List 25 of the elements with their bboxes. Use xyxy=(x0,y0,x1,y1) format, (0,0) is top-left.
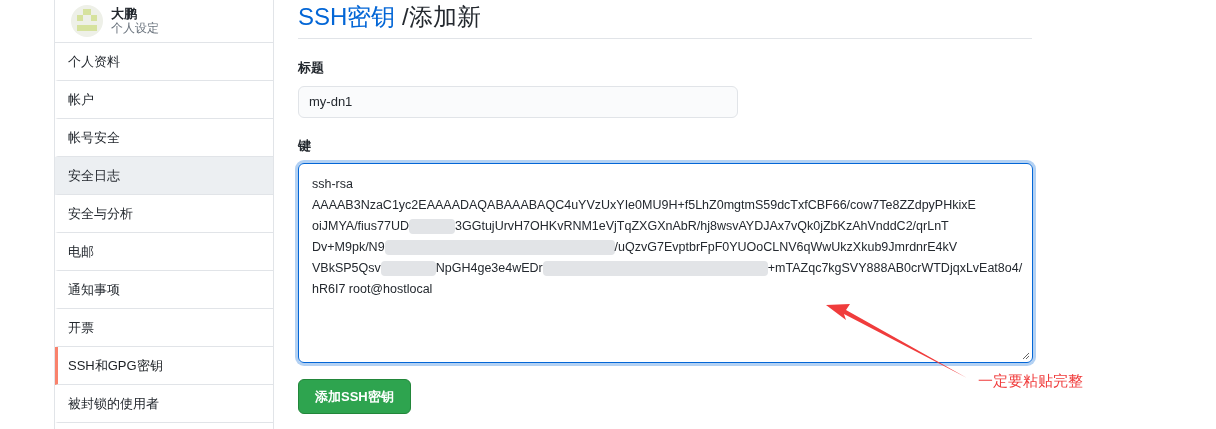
user-subtitle: 个人设定 xyxy=(111,21,159,35)
redacted-area xyxy=(409,219,456,234)
page-title-link[interactable]: SSH密钥 xyxy=(298,5,396,29)
field-label: 标题 xyxy=(298,59,325,77)
resize-handle-icon xyxy=(1022,352,1030,360)
sidebar-item[interactable]: 安全日志 xyxy=(55,157,273,195)
field-label: 键 xyxy=(298,136,312,155)
key-text: Dv+M9pk/N9 xyxy=(312,239,385,256)
key-text: NpGH4ge3e4wEDr xyxy=(435,260,543,277)
page-title: /添加新 xyxy=(401,5,481,29)
key-text: AAAAB3NzaC1yc2EAAAADAQABAAABAQC4uYVzUxYIe0MU9H+f5LhZ0mgtmS59dcTxfCBF66/cow7Te8ZZdpyPHkixE xyxy=(312,197,976,214)
key-text: oiJMYA/fius77UD xyxy=(312,218,410,235)
sidebar-item[interactable]: SSH和GPG密钥 xyxy=(55,347,273,385)
key-text: +mTAZqc7kgSVY888AB0crWTDjqxLvEat8o4/ xyxy=(767,260,1023,277)
avatar-icon xyxy=(71,5,103,37)
key-field[interactable] xyxy=(298,163,1033,363)
key-text: hR6I7 root@hostlocal xyxy=(312,281,433,298)
key-text: /uQzvG7EvptbrFpF0YUOoCLNV6qWwUkzXkub9JmrdnrE4kV xyxy=(614,239,958,256)
user-name: 大鹏 xyxy=(111,7,138,21)
key-text: 3GGtujUrvH7OHKvRNM1eVjTqZXGXnAbR/hj8wsvAYDJAx7vQk0jZbKzAhVnddC2/qrLnT xyxy=(455,218,949,235)
key-text: VBkSP5Qsv xyxy=(312,260,381,277)
redacted-area xyxy=(380,261,436,276)
title-field[interactable]: my-dn1 xyxy=(298,85,738,118)
annotation-text: 一定要粘贴完整 xyxy=(978,371,1083,391)
key-text: ssh-rsa xyxy=(312,176,353,193)
